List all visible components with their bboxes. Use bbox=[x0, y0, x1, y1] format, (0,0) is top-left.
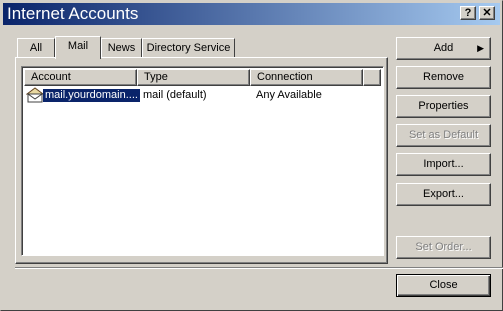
account-type: mail (default) bbox=[143, 89, 207, 101]
column-header-filler bbox=[363, 69, 381, 86]
column-header-connection[interactable]: Connection bbox=[250, 69, 363, 86]
column-header-type[interactable]: Type bbox=[137, 69, 250, 86]
properties-button[interactable]: Properties bbox=[396, 95, 491, 118]
title-bar[interactable]: Internet Accounts ? ✕ bbox=[3, 3, 500, 25]
set-as-default-button[interactable]: Set as Default bbox=[396, 124, 491, 147]
account-connection: Any Available bbox=[256, 89, 322, 101]
set-order-button[interactable]: Set Order... bbox=[396, 236, 491, 259]
internet-accounts-dialog: Internet Accounts ? ✕ All Mail News Dire… bbox=[0, 0, 503, 311]
add-button[interactable]: Add ▶ bbox=[396, 37, 491, 60]
tab-news[interactable]: News bbox=[101, 38, 142, 58]
separator bbox=[15, 267, 503, 269]
tab-all[interactable]: All bbox=[17, 38, 55, 58]
tab-mail[interactable]: Mail bbox=[55, 36, 101, 59]
window-title: Internet Accounts bbox=[7, 4, 139, 23]
tab-directory-service[interactable]: Directory Service bbox=[142, 38, 235, 58]
mail-account-icon bbox=[25, 87, 45, 107]
column-header-account[interactable]: Account bbox=[24, 69, 137, 86]
add-label: Add bbox=[433, 42, 454, 54]
remove-button[interactable]: Remove bbox=[396, 66, 491, 89]
submenu-arrow-icon: ▶ bbox=[477, 43, 484, 53]
close-button[interactable]: Close bbox=[396, 274, 491, 297]
help-button[interactable]: ? bbox=[460, 6, 476, 20]
import-button[interactable]: Import... bbox=[396, 153, 491, 176]
account-name: mail.yourdomain.... bbox=[43, 89, 140, 102]
export-button[interactable]: Export... bbox=[396, 183, 491, 206]
accounts-list[interactable]: Account Type Connection mail.yourdomain.… bbox=[21, 66, 384, 256]
close-window-button[interactable]: ✕ bbox=[479, 6, 495, 20]
